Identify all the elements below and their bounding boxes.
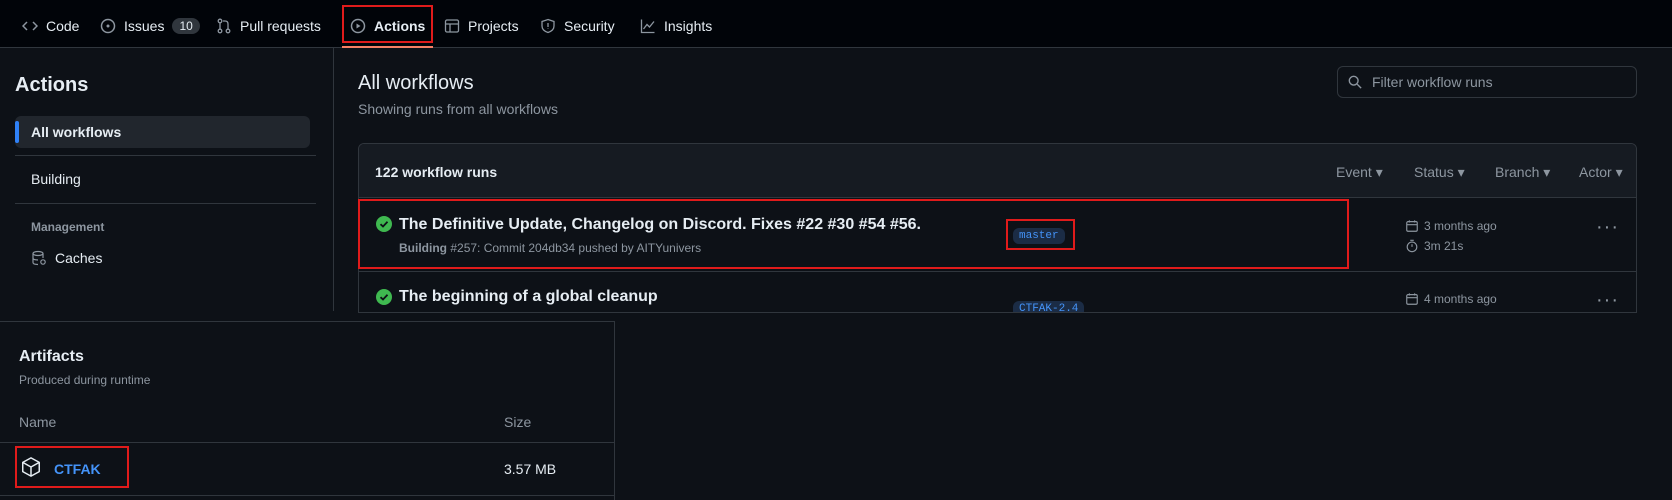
artifacts-title: Artifacts <box>19 348 84 365</box>
run-date-label: 4 months ago <box>1424 292 1497 306</box>
tab-insights[interactable]: Insights <box>640 8 712 44</box>
filter-input[interactable] <box>1370 73 1624 91</box>
check-circle-icon <box>376 289 392 305</box>
tab-pull-requests-label: Pull requests <box>240 18 321 34</box>
actor-filter-button[interactable]: Actor ▾ <box>1579 164 1623 181</box>
check-circle-icon <box>376 216 392 232</box>
sidebar-item-caches[interactable]: Caches <box>31 250 102 266</box>
artifacts-divider <box>0 495 615 496</box>
tab-code[interactable]: Code <box>22 8 79 44</box>
sidebar-item-caches-label: Caches <box>55 250 103 266</box>
tab-insights-label: Insights <box>664 18 713 34</box>
run-details: #257: Commit 204db34 pushed by AITYunive… <box>450 241 702 255</box>
run-more-options[interactable]: ··· <box>1596 216 1619 239</box>
run-date: 3 months ago <box>1405 219 1497 233</box>
tab-projects[interactable]: Projects <box>444 8 519 44</box>
artifacts-divider <box>0 442 615 443</box>
run-more-options[interactable]: ··· <box>1596 289 1619 312</box>
run-duration: 3m 21s <box>1405 239 1463 253</box>
sidebar-item-building[interactable]: Building <box>31 171 81 187</box>
artifacts-subtitle: Produced during runtime <box>19 373 151 387</box>
active-tab-underline <box>342 46 433 48</box>
branch-badge[interactable]: CTFAK-2.4 <box>1013 301 1085 312</box>
calendar-icon <box>1406 293 1418 305</box>
tab-issues[interactable]: Issues 10 <box>100 8 200 44</box>
package-icon <box>22 457 40 477</box>
sidebar-item-all-workflows[interactable]: All workflows <box>15 116 310 148</box>
tab-issues-label: Issues <box>124 18 165 34</box>
status-filter-button[interactable]: Status ▾ <box>1414 164 1465 181</box>
artifacts-panel: Artifacts Produced during runtime Name S… <box>0 321 615 500</box>
run-workflow-name: Building <box>399 241 447 255</box>
tab-security-label: Security <box>564 18 615 34</box>
graph-icon <box>640 19 655 34</box>
tab-projects-label: Projects <box>468 18 519 34</box>
run-date-label: 3 months ago <box>1424 219 1497 233</box>
column-header-name: Name <box>19 414 57 430</box>
pull-request-icon <box>217 18 231 34</box>
tab-actions[interactable]: Actions <box>350 8 425 44</box>
tab-actions-label: Actions <box>374 18 426 34</box>
stopwatch-icon <box>1406 239 1418 253</box>
sidebar-title: Actions <box>15 74 89 96</box>
run-meta: Building #257: Commit 204db34 pushed by … <box>399 241 701 255</box>
branch-filter-button[interactable]: Branch ▾ <box>1495 164 1550 181</box>
filter-workflow-runs[interactable] <box>1337 66 1637 98</box>
issues-count-badge: 10 <box>172 18 200 34</box>
tab-code-label: Code <box>46 18 80 34</box>
runs-count: 122 workflow runs <box>375 164 498 180</box>
database-icon <box>32 250 46 266</box>
sidebar-management-heading: Management <box>31 220 105 234</box>
event-filter-button[interactable]: Event ▾ <box>1336 164 1383 181</box>
runs-header: 122 workflow runs Event ▾ Status ▾ Branc… <box>359 144 1636 198</box>
run-title[interactable]: The beginning of a global cleanup <box>399 288 658 306</box>
page-subtitle: Showing runs from all workflows <box>358 101 558 117</box>
sidebar-divider <box>15 155 316 156</box>
tab-security[interactable]: Security <box>540 8 615 44</box>
run-date: 4 months ago <box>1405 292 1497 306</box>
search-icon <box>1348 75 1362 89</box>
artifact-link[interactable]: CTFAK <box>54 461 101 477</box>
code-icon <box>22 21 38 31</box>
branch-badge[interactable]: master <box>1013 228 1065 244</box>
run-title[interactable]: The Definitive Update, Changelog on Disc… <box>399 216 921 234</box>
issue-icon <box>100 18 116 34</box>
shield-icon <box>541 18 555 34</box>
tab-pull-requests[interactable]: Pull requests <box>216 8 321 44</box>
sidebar-separator <box>333 48 334 311</box>
selected-indicator <box>15 121 19 143</box>
run-duration-label: 3m 21s <box>1424 239 1464 253</box>
calendar-icon <box>1406 220 1418 232</box>
artifact-size: 3.57 MB <box>504 461 557 477</box>
table-icon <box>444 19 460 33</box>
sidebar-divider <box>15 203 316 204</box>
repo-nav: Code Issues 10 Pull requests Actions Pro… <box>0 0 1672 48</box>
column-header-size: Size <box>504 414 532 430</box>
play-circle-icon <box>350 18 366 34</box>
run-divider <box>359 271 1636 272</box>
page-title: All workflows <box>358 72 474 94</box>
workflow-runs-list: 122 workflow runs Event ▾ Status ▾ Branc… <box>358 143 1637 313</box>
